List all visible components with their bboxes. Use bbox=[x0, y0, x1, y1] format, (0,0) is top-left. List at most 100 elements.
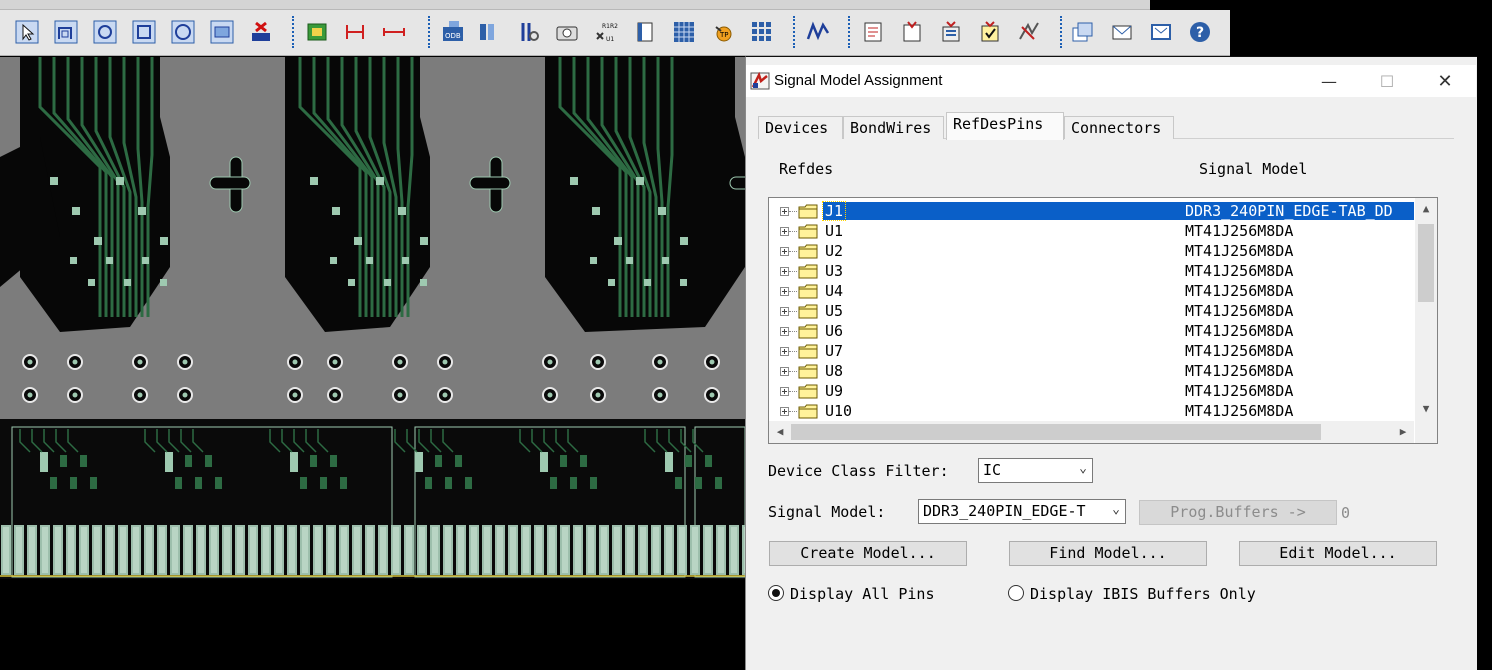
device-class-filter-select[interactable]: IC ⌄ bbox=[978, 458, 1093, 483]
wire-icon[interactable] bbox=[1014, 17, 1044, 47]
tree-connector bbox=[789, 211, 797, 212]
tab-refdespins[interactable]: RefDesPins bbox=[946, 112, 1064, 140]
svg-text:ODB: ODB bbox=[445, 32, 461, 40]
device-class-filter-value: IC bbox=[983, 461, 1002, 479]
tab-connectors[interactable]: Connectors bbox=[1064, 116, 1174, 139]
envelope-icon[interactable] bbox=[1107, 17, 1137, 47]
tree-row-u3[interactable]: U3 MT41J256M8DA bbox=[769, 261, 1414, 281]
refdes-tree-list[interactable]: J1 DDR3_240PIN_EDGE-TAB_DD U1 MT41J256M8DA U… bbox=[768, 197, 1438, 444]
close-button[interactable]: ✕ bbox=[1416, 65, 1474, 97]
odb-export-icon[interactable]: ODB bbox=[438, 17, 468, 47]
rectangle-icon[interactable] bbox=[129, 17, 159, 47]
help-icon[interactable]: ? bbox=[1185, 17, 1215, 47]
expand-icon[interactable] bbox=[780, 367, 789, 376]
tree-connector bbox=[789, 351, 797, 352]
scroll-down-icon[interactable]: ▼ bbox=[1415, 402, 1437, 415]
scroll-right-icon[interactable]: ▶ bbox=[1392, 425, 1414, 438]
vertical-scrollbar[interactable]: ▲ ▼ bbox=[1415, 198, 1437, 423]
waveform-icon-glyph bbox=[806, 21, 830, 41]
expand-icon[interactable] bbox=[780, 227, 789, 236]
expand-icon[interactable] bbox=[780, 247, 789, 256]
refdes-rename-icon-glyph: R1R2 U1 bbox=[596, 23, 618, 43]
shape-icon[interactable] bbox=[207, 17, 237, 47]
dialog-titlebar[interactable]: Signal Model Assignment — ☐ ✕ bbox=[746, 65, 1476, 97]
signal-model-select[interactable]: DDR3_240PIN_EDGE-T ⌄ bbox=[918, 499, 1126, 524]
windows-icon[interactable] bbox=[1068, 17, 1098, 47]
envelope-icon-glyph bbox=[1112, 25, 1132, 40]
expand-icon[interactable] bbox=[780, 347, 789, 356]
tree-row-u2[interactable]: U2 MT41J256M8DA bbox=[769, 241, 1414, 261]
refdes-rename-icon[interactable]: R1R2 U1 bbox=[591, 17, 621, 47]
refdes-cell: U1 bbox=[825, 222, 844, 240]
tree-row-u8[interactable]: U8 MT41J256M8DA bbox=[769, 361, 1414, 381]
edit-model-button[interactable]: Edit Model... bbox=[1239, 541, 1437, 566]
tab-bondwires[interactable]: BondWires bbox=[843, 116, 944, 139]
expand-icon[interactable] bbox=[780, 307, 789, 316]
horizontal-scrollbar[interactable]: ◀ ▶ bbox=[769, 421, 1414, 443]
tree-row-u1[interactable]: U1 MT41J256M8DA bbox=[769, 221, 1414, 241]
report-icon[interactable] bbox=[858, 17, 888, 47]
waveform-icon[interactable] bbox=[803, 17, 833, 47]
scroll-up-icon[interactable]: ▲ bbox=[1415, 202, 1437, 215]
camera-icon-glyph bbox=[556, 26, 578, 41]
toolbar-separator bbox=[848, 16, 851, 48]
probe-icon[interactable] bbox=[513, 17, 543, 47]
mail-icon[interactable] bbox=[1146, 17, 1176, 47]
select-icon[interactable] bbox=[12, 17, 42, 47]
expand-icon[interactable] bbox=[780, 327, 789, 336]
book-icon[interactable] bbox=[630, 17, 660, 47]
tree-row-u7[interactable]: U7 MT41J256M8DA bbox=[769, 341, 1414, 361]
pcb-canvas[interactable] bbox=[0, 57, 745, 670]
arc-icon[interactable] bbox=[90, 17, 120, 47]
grid-icon-glyph bbox=[674, 22, 694, 42]
circle-icon[interactable] bbox=[168, 17, 198, 47]
measure-icon-glyph bbox=[383, 28, 405, 36]
array-icon[interactable] bbox=[747, 17, 777, 47]
expand-icon[interactable] bbox=[780, 407, 789, 416]
prog-buffers-button[interactable]: Prog.Buffers -> bbox=[1139, 500, 1337, 525]
layer-icon[interactable] bbox=[897, 17, 927, 47]
signal-model-cell: MT41J256M8DA bbox=[1185, 262, 1294, 280]
grid-icon[interactable] bbox=[669, 17, 699, 47]
tp-icon[interactable]: TP bbox=[708, 17, 738, 47]
refdes-cell: U5 bbox=[825, 302, 844, 320]
find-model-button[interactable]: Find Model... bbox=[1009, 541, 1207, 566]
measure-icon[interactable] bbox=[379, 17, 409, 47]
folder-icon bbox=[798, 264, 818, 279]
horizontal-scroll-thumb[interactable] bbox=[791, 424, 1321, 440]
library-icon[interactable] bbox=[474, 17, 504, 47]
refdes-cell: U4 bbox=[825, 282, 844, 300]
scroll-left-icon[interactable]: ◀ bbox=[769, 425, 791, 438]
maximize-button[interactable]: ☐ bbox=[1358, 65, 1416, 97]
expand-icon[interactable] bbox=[780, 287, 789, 296]
signal-model-cell: MT41J256M8DA bbox=[1185, 222, 1294, 240]
expand-icon[interactable] bbox=[780, 387, 789, 396]
component-icon[interactable] bbox=[302, 17, 332, 47]
route-icon[interactable] bbox=[51, 17, 81, 47]
vertical-scroll-thumb[interactable] bbox=[1418, 224, 1434, 302]
tree-row-u6[interactable]: U6 MT41J256M8DA bbox=[769, 321, 1414, 341]
stack-icon[interactable] bbox=[936, 17, 966, 47]
expand-icon[interactable] bbox=[780, 267, 789, 276]
tree-row-u10[interactable]: U10 MT41J256M8DA bbox=[769, 401, 1414, 421]
expand-icon[interactable] bbox=[780, 207, 789, 216]
display-ibis-buffers-radio[interactable] bbox=[1008, 585, 1024, 601]
minimize-button[interactable]: — bbox=[1300, 65, 1358, 97]
rectangle-icon-glyph bbox=[132, 20, 156, 44]
tree-row-u5[interactable]: U5 MT41J256M8DA bbox=[769, 301, 1414, 321]
tree-row-u4[interactable]: U4 MT41J256M8DA bbox=[769, 281, 1414, 301]
tree-row-u9[interactable]: U9 MT41J256M8DA bbox=[769, 381, 1414, 401]
create-model-button[interactable]: Create Model... bbox=[769, 541, 967, 566]
delete-icon[interactable] bbox=[246, 17, 276, 47]
display-all-pins-radio[interactable] bbox=[768, 585, 784, 601]
check-icon[interactable] bbox=[975, 17, 1005, 47]
folder-icon bbox=[798, 364, 818, 379]
check-icon-glyph bbox=[981, 21, 999, 42]
camera-icon[interactable] bbox=[552, 17, 582, 47]
tab-devices[interactable]: Devices bbox=[758, 116, 843, 139]
tree-row-j1[interactable]: J1 DDR3_240PIN_EDGE-TAB_DD bbox=[769, 201, 1414, 221]
display-ibis-buffers-label[interactable]: Display IBIS Buffers Only bbox=[1030, 585, 1256, 603]
shape-icon-glyph bbox=[210, 20, 234, 44]
display-all-pins-label[interactable]: Display All Pins bbox=[790, 585, 935, 603]
dimension-icon[interactable] bbox=[340, 17, 370, 47]
